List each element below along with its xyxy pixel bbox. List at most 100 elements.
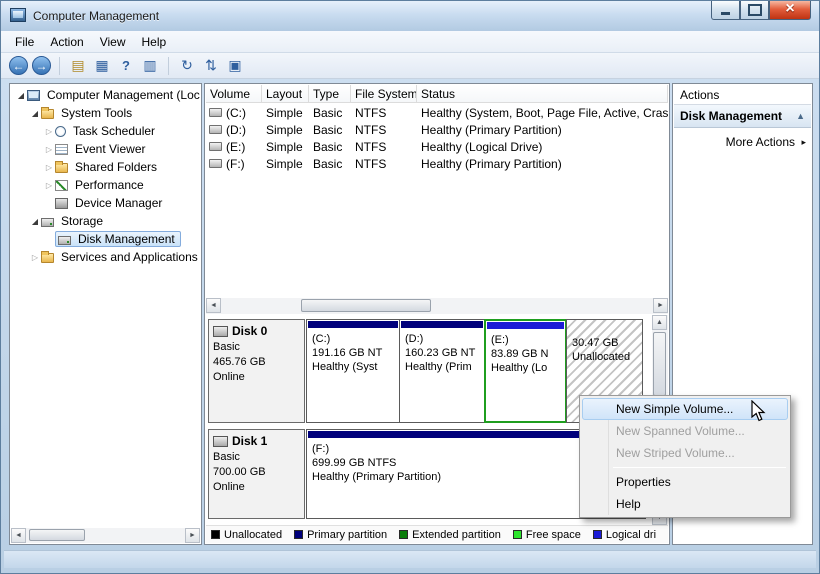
tree-item-system-tools[interactable]: System Tools xyxy=(11,104,200,122)
column-header-type[interactable]: Type xyxy=(309,85,351,102)
app-icon xyxy=(10,8,26,22)
show-action-pane-icon[interactable] xyxy=(140,56,160,76)
close-button[interactable] xyxy=(769,1,811,20)
scroll-right-button[interactable]: ► xyxy=(653,298,668,313)
volume-status: Healthy (Primary Partition) xyxy=(421,122,562,137)
volume-type: Basic xyxy=(313,105,343,120)
folder-tools-icon xyxy=(41,107,54,119)
tree-item-storage[interactable]: Storage xyxy=(11,212,200,230)
tree-item-shared-folders[interactable]: Shared Folders xyxy=(11,158,200,176)
refresh-icon[interactable] xyxy=(177,56,197,76)
partition-d[interactable]: (D:) 160.23 GB NT Healthy (Prim xyxy=(399,319,485,423)
expander-collapsed-icon[interactable] xyxy=(43,143,55,155)
rescan-disks-icon[interactable] xyxy=(201,56,221,76)
more-actions-item[interactable]: More Actions ▸ xyxy=(674,132,811,152)
expander-expanded-icon[interactable] xyxy=(29,107,41,119)
partition-text: 30.47 GB Unallocated xyxy=(572,336,640,364)
volume-list-header: Volume Layout Type File System Status xyxy=(206,85,668,103)
column-header-file-system[interactable]: File System xyxy=(351,85,417,102)
volume-row-d[interactable]: (D:) Simple Basic NTFS Healthy (Primary Part… xyxy=(206,121,668,138)
expander-collapsed-icon[interactable] xyxy=(43,179,55,191)
volume-layout: Simple xyxy=(266,139,303,154)
expander-collapsed-icon[interactable] xyxy=(43,125,55,137)
show-console-tree-icon[interactable] xyxy=(92,56,112,76)
properties-icon[interactable] xyxy=(225,56,245,76)
partition-color-strip xyxy=(401,321,483,328)
back-icon[interactable] xyxy=(9,56,28,75)
volume-row-c[interactable]: (C:) Simple Basic NTFS Healthy (System, Boot… xyxy=(206,104,668,121)
legend-item-primary-partition: Primary partition xyxy=(294,529,387,541)
tree-item-services-and-applications[interactable]: Services and Applications xyxy=(11,248,200,266)
titlebar[interactable]: Computer Management xyxy=(1,1,819,31)
menu-separator xyxy=(613,467,786,468)
volume-label: (E:) xyxy=(226,139,246,154)
scroll-track[interactable] xyxy=(221,298,653,314)
export-list-icon[interactable] xyxy=(68,56,88,76)
disk-row-disk-0: Disk 0 Basic 465.76 GB Online (C:) 191.16 GB … xyxy=(208,319,643,423)
tree-item-event-viewer[interactable]: Event Viewer xyxy=(11,140,200,158)
menu-item-properties[interactable]: Properties xyxy=(582,471,788,493)
scroll-left-button[interactable]: ◄ xyxy=(206,298,221,313)
maximize-button[interactable] xyxy=(740,1,769,20)
help-icon[interactable] xyxy=(116,56,136,76)
expander-expanded-icon[interactable] xyxy=(29,215,41,227)
column-header-volume[interactable]: Volume xyxy=(206,85,262,102)
scroll-thumb[interactable] xyxy=(301,299,431,312)
scroll-track[interactable] xyxy=(26,528,185,543)
partition-status: Unallocated xyxy=(572,351,631,363)
partition-label: (D:) xyxy=(405,333,424,345)
scroll-thumb[interactable] xyxy=(653,332,666,396)
volume-label: (F:) xyxy=(226,156,245,171)
actions-section-disk-management[interactable]: Disk Management ▲ xyxy=(674,105,811,128)
volume-status: Healthy (Logical Drive) xyxy=(421,139,543,154)
expander-expanded-icon[interactable] xyxy=(15,89,27,101)
computer-icon xyxy=(27,89,40,101)
volume-list-horizontal-scrollbar[interactable]: ◄ ► xyxy=(206,298,668,314)
expander-collapsed-icon[interactable] xyxy=(29,251,41,263)
column-header-status[interactable]: Status xyxy=(417,85,668,102)
legend-item-free-space: Free space xyxy=(512,529,581,541)
tree-item-disk-management[interactable]: Disk Management xyxy=(11,230,200,248)
menu-help[interactable]: Help xyxy=(134,33,175,51)
tree-item-computer-management-local[interactable]: Computer Management (Local xyxy=(11,86,200,104)
tree-item-device-manager[interactable]: Device Manager xyxy=(11,194,200,212)
tree-item-label: Computer Management (Local xyxy=(47,88,200,102)
volume-file-system: NTFS xyxy=(355,139,387,154)
volume-row-f[interactable]: (F:) Simple Basic NTFS Healthy (Primary Part… xyxy=(206,155,668,172)
minimize-button[interactable] xyxy=(711,1,740,20)
collapse-chevron-icon[interactable]: ▲ xyxy=(796,111,805,121)
tree-horizontal-scrollbar[interactable]: ◄ ► xyxy=(11,528,200,543)
computer-management-window: Computer Management FileActionViewHelp C… xyxy=(0,0,820,574)
volume-row-e[interactable]: (E:) Simple Basic NTFS Healthy (Logical Driv… xyxy=(206,138,668,155)
legend-label: Extended partition xyxy=(412,528,501,541)
tree-item-label: Shared Folders xyxy=(75,160,158,174)
disk-header[interactable]: Disk 0 Basic 465.76 GB Online xyxy=(208,319,305,423)
mouse-cursor xyxy=(751,400,766,422)
partition-c[interactable]: (C:) 191.16 GB NT Healthy (Syst xyxy=(306,319,400,423)
disk-header[interactable]: Disk 1 Basic 700.00 GB Online xyxy=(208,429,305,519)
expander-collapsed-icon[interactable] xyxy=(43,161,55,173)
forward-icon[interactable] xyxy=(32,56,51,75)
column-header-layout[interactable]: Layout xyxy=(262,85,309,102)
scroll-left-button[interactable]: ◄ xyxy=(11,528,26,543)
legend-label: Unallocated xyxy=(224,528,283,541)
menu-action[interactable]: Action xyxy=(42,33,91,51)
scroll-up-button[interactable]: ▲ xyxy=(652,315,667,330)
disk-name-text: Disk 1 xyxy=(232,434,268,448)
menu-file[interactable]: File xyxy=(7,33,42,51)
partition-label: (E:) xyxy=(491,334,509,346)
menu-view[interactable]: View xyxy=(92,33,134,51)
menu-item-help[interactable]: Help xyxy=(582,493,788,515)
partition-e[interactable]: (E:) 83.89 GB N Healthy (Lo xyxy=(484,319,567,423)
scroll-thumb[interactable] xyxy=(29,529,85,541)
shared-folders-icon xyxy=(55,161,68,173)
scroll-right-button[interactable]: ► xyxy=(185,528,200,543)
tree-item-task-scheduler[interactable]: Task Scheduler xyxy=(11,122,200,140)
volume-type: Basic xyxy=(313,122,343,137)
volume-layout: Simple xyxy=(266,122,303,137)
tree-item-performance[interactable]: Performance xyxy=(11,176,200,194)
legend-swatch xyxy=(294,530,304,539)
performance-icon xyxy=(55,179,68,191)
partition-size: 191.16 GB NT xyxy=(312,347,383,359)
partition-color-strip xyxy=(308,321,398,328)
